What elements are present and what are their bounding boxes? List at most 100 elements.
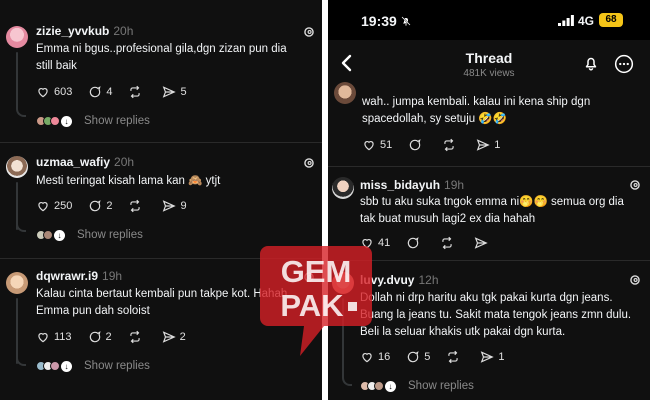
thread-line [16,52,18,106]
arrow-down-icon: ↓ [61,115,72,127]
more-options-icon[interactable] [614,54,634,74]
network-type: 4G [578,14,595,28]
threads-icon[interactable] [628,178,642,192]
comment-icon [408,351,419,363]
avatar[interactable] [332,177,354,199]
signal-icon [558,15,574,26]
mini-avatar [43,230,53,240]
show-replies-link[interactable]: Show replies [84,115,150,127]
repost-icon [130,199,141,213]
post-text: sbb tu aku suka tngok emma ni🤭🤭 semua or… [360,196,624,225]
post-text: Emma ni bgus..profesional gila,dgn zizan… [36,43,287,72]
bell-icon[interactable] [582,54,600,72]
heart-icon [38,333,48,343]
comment-icon [90,86,101,98]
thread-header: Thread 481K views [328,40,650,88]
arrow-down-icon: ↓ [61,360,72,372]
send-icon [163,200,177,212]
send-icon [162,331,176,343]
reply-post: zizie_yvvkub 20h Emma ni bgus..profesiona… [0,0,322,140]
share-button[interactable]: 9 [162,199,187,213]
avatar[interactable] [334,82,356,104]
battery-level: 68 [599,13,623,27]
show-replies-row[interactable]: ↓ Show replies [360,379,474,393]
repost-button[interactable] [442,138,460,152]
comment-icon [90,200,101,212]
heart-icon [38,88,48,98]
show-replies-row[interactable]: ↓ Show replies [36,114,150,128]
show-replies-link[interactable]: Show replies [77,229,143,241]
share-button[interactable]: 1 [476,138,500,152]
share-button[interactable] [474,236,492,250]
post-actions: 41 [360,235,508,251]
send-icon [481,351,495,363]
reply-post: luvy.dvuy 12h Dollah ni drp haritu aku tg… [328,260,650,400]
repost-button[interactable] [440,236,458,250]
share-button[interactable]: 1 [480,350,505,364]
bell-muted-icon [401,16,411,26]
post-actions: 113 2 2 [36,329,202,345]
comment-icon [408,237,419,249]
thread-curve [16,354,26,366]
avatar[interactable] [6,272,28,294]
reply-post: uzmaa_wafiy 20h Mesti teringat kisah lama… [0,142,322,260]
repost-button[interactable] [128,199,146,213]
like-button[interactable]: 250 [36,199,72,213]
repost-icon [444,138,454,152]
send-icon [474,237,488,249]
show-replies-link[interactable]: Show replies [408,380,474,392]
repost-icon [448,350,459,364]
reply-post: wah.. jumpa kembali. kalau ini kena ship… [328,82,650,164]
watermark-dot [348,302,357,311]
comment-button[interactable]: 2 [88,330,112,344]
post-actions: 16 5 1 [360,349,521,365]
comment-button[interactable] [406,236,424,250]
right-thread-panel: 19:39 4G 68 Thread 481K views wah.. jump… [328,0,650,400]
avatar[interactable] [6,26,28,48]
username[interactable]: miss_bidayuh 19h [360,178,464,192]
heart-icon [364,141,374,151]
like-button[interactable]: 51 [362,138,392,152]
post-actions: 603 4 5 [36,84,203,100]
repost-icon [442,236,452,250]
show-replies-link[interactable]: Show replies [84,360,150,372]
watermark-line-2: PAK [280,288,344,323]
share-button[interactable]: 5 [162,85,187,99]
share-button[interactable]: 2 [162,330,186,344]
arrow-down-icon: ↓ [54,229,65,241]
repost-icon [130,85,141,99]
post-text: wah.. jumpa kembali. kalau ini kena ship… [362,96,591,125]
reply-post: miss_bidayuh 19h sbb tu aku suka tngok em… [328,166,650,260]
username[interactable]: uzmaa_wafiy 20h [36,155,134,169]
mini-avatar [374,381,384,391]
repost-button[interactable] [446,350,464,364]
avatar[interactable] [6,156,28,178]
comment-icon [410,139,421,151]
threads-icon[interactable] [302,25,316,39]
threads-icon[interactable] [628,273,642,287]
threads-icon[interactable] [302,156,316,170]
like-button[interactable]: 113 [36,330,72,344]
page-title: Thread [465,50,513,66]
post-text: Dollah ni drp haritu aku tgk pakai kurta… [360,292,632,338]
comment-button[interactable]: 5 [406,350,430,364]
thread-curve [342,374,352,386]
comment-button[interactable]: 2 [88,199,112,213]
repost-button[interactable] [128,330,146,344]
mini-avatar [50,116,60,126]
comment-button[interactable] [408,138,426,152]
repost-icon [130,330,140,344]
username[interactable]: zizie_yvvkub 20h [36,24,133,38]
repost-button[interactable] [128,85,146,99]
show-replies-row[interactable]: ↓ Show replies [36,359,150,373]
send-icon [476,139,490,151]
watermark-line-1: GEM [281,254,352,289]
show-replies-row[interactable]: ↓ Show replies [36,228,143,242]
thread-curve [16,220,26,232]
like-button[interactable]: 603 [36,85,72,99]
send-icon [163,86,177,98]
username[interactable]: dqwrawr.i9 19h [36,269,122,283]
comment-button[interactable]: 4 [88,85,112,99]
heart-icon [38,202,48,212]
arrow-down-icon: ↓ [385,380,396,392]
